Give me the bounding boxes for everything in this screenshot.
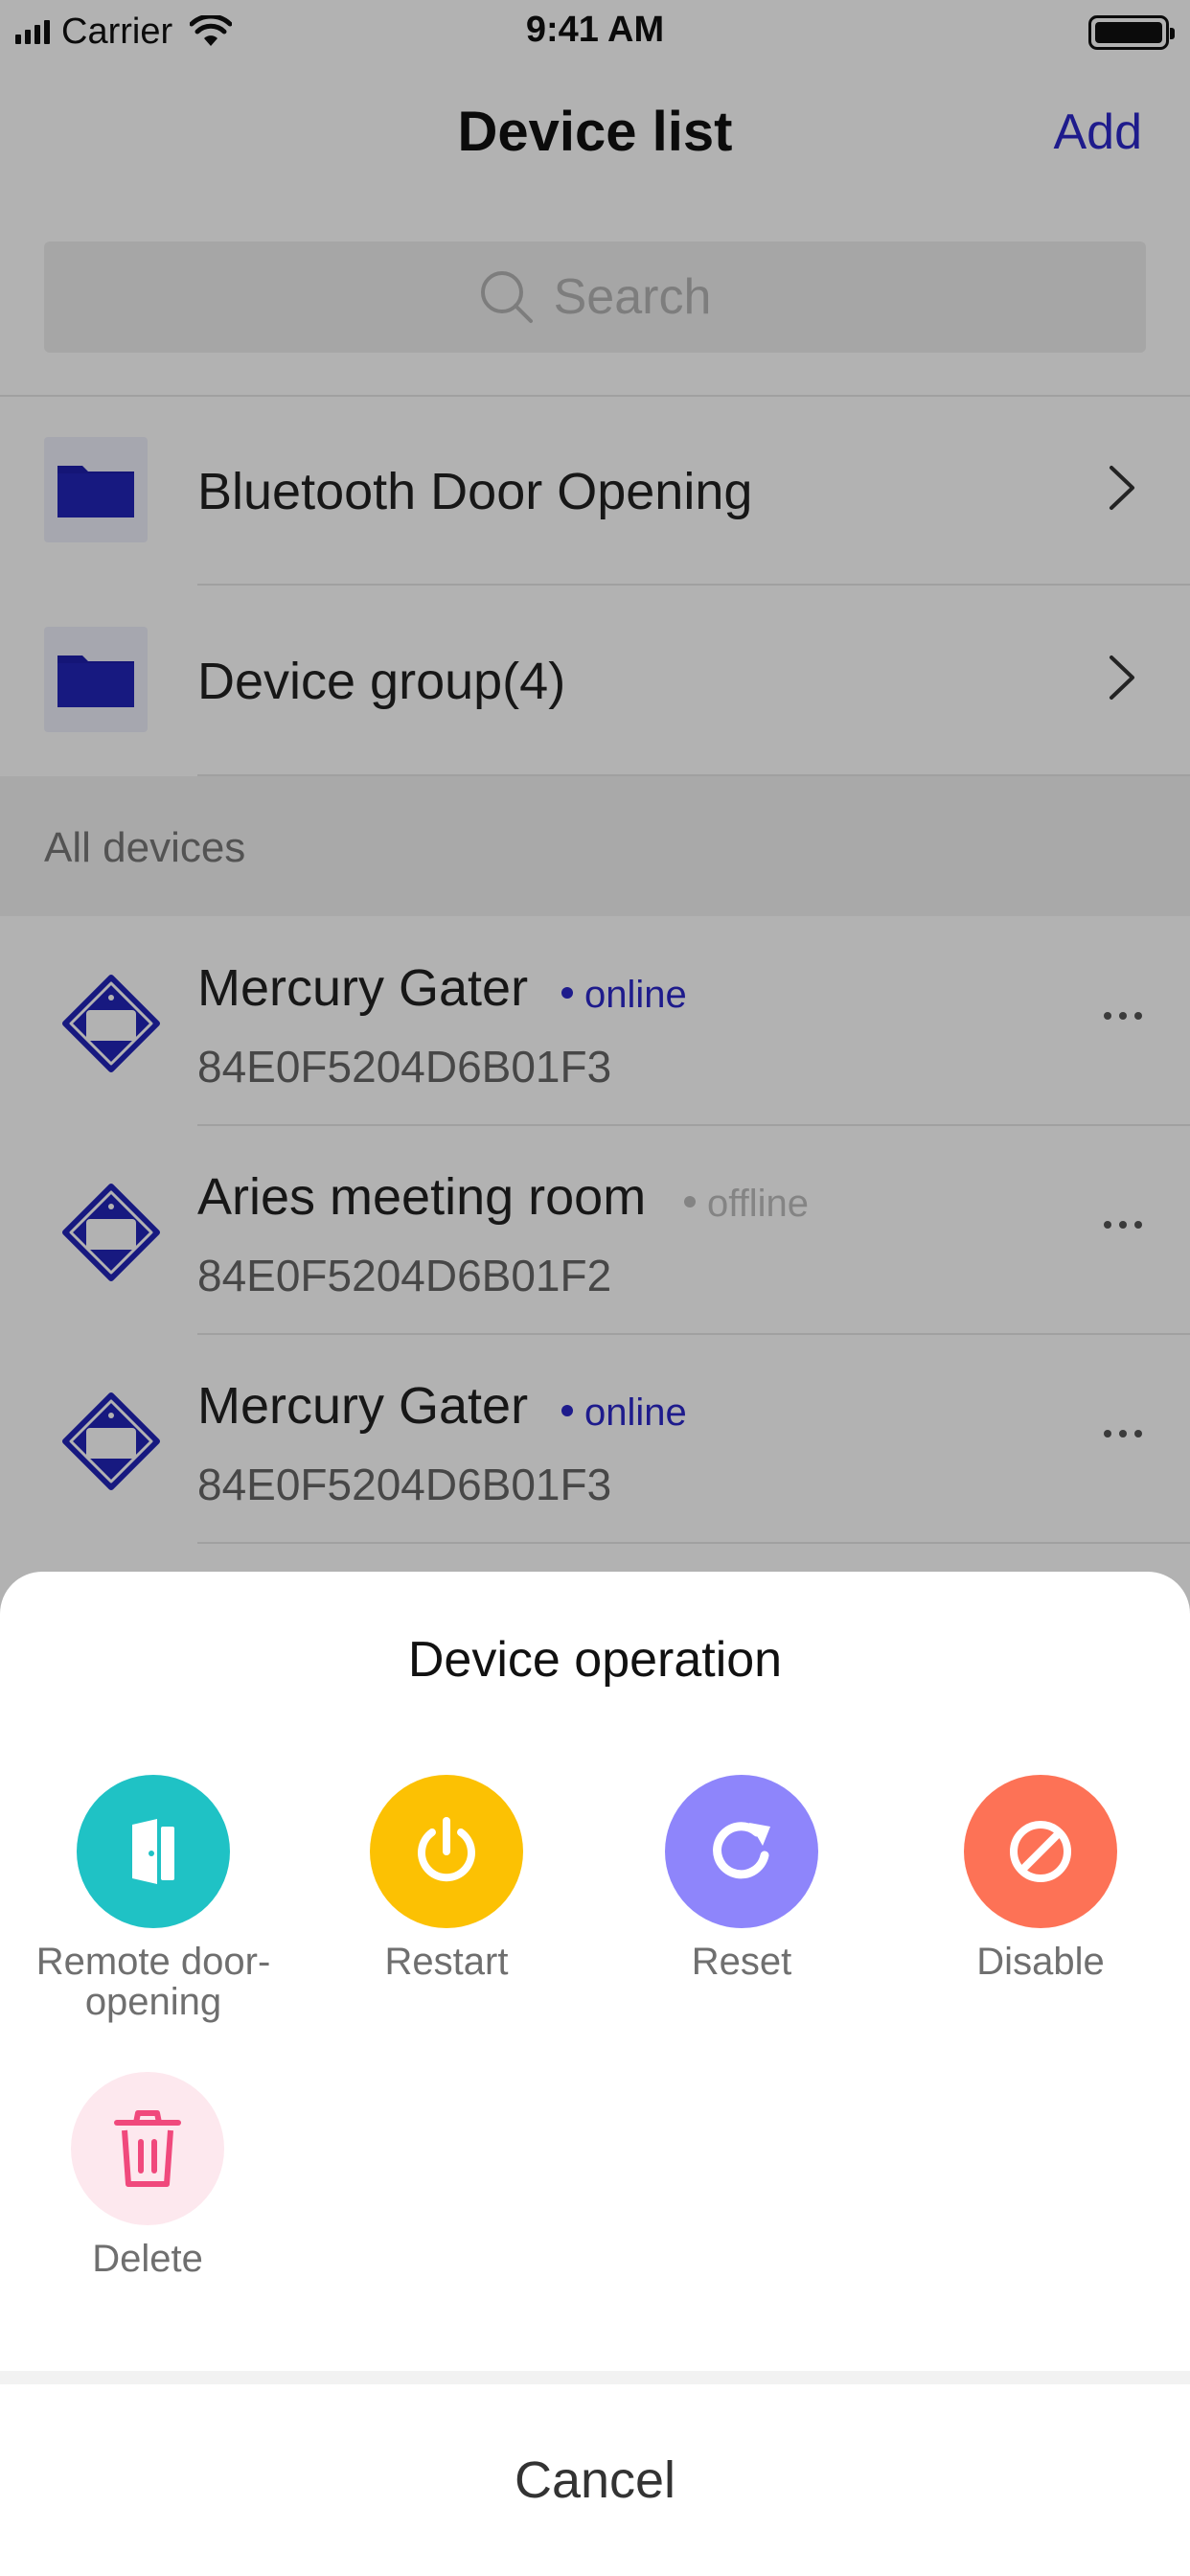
sheet-title: Device operation: [407, 1632, 783, 1688]
action-label: Restart: [384, 1941, 509, 1983]
action-label: Reset: [691, 1941, 792, 1983]
action-label: Delete: [92, 2238, 203, 2280]
trash-icon: [71, 2072, 224, 2225]
remote-door-opening-button[interactable]: Remote door- opening: [10, 1775, 297, 2022]
action-label: Remote door- opening: [35, 1941, 271, 2023]
device-operation-sheet: Device operation Remote door- opening Re…: [0, 1572, 1190, 2576]
sheet-separator: [0, 2371, 1190, 2384]
reset-icon: [665, 1775, 818, 1928]
disable-button[interactable]: Disable: [897, 1775, 1184, 1982]
door-icon: [77, 1775, 230, 1928]
action-label: Disable: [976, 1941, 1105, 1983]
reset-button[interactable]: Reset: [598, 1775, 885, 1982]
cancel-button[interactable]: Cancel: [0, 2384, 1190, 2576]
delete-button[interactable]: Delete: [4, 2072, 291, 2279]
restart-button[interactable]: Restart: [303, 1775, 590, 1982]
power-icon: [370, 1775, 523, 1928]
disable-icon: [964, 1775, 1117, 1928]
